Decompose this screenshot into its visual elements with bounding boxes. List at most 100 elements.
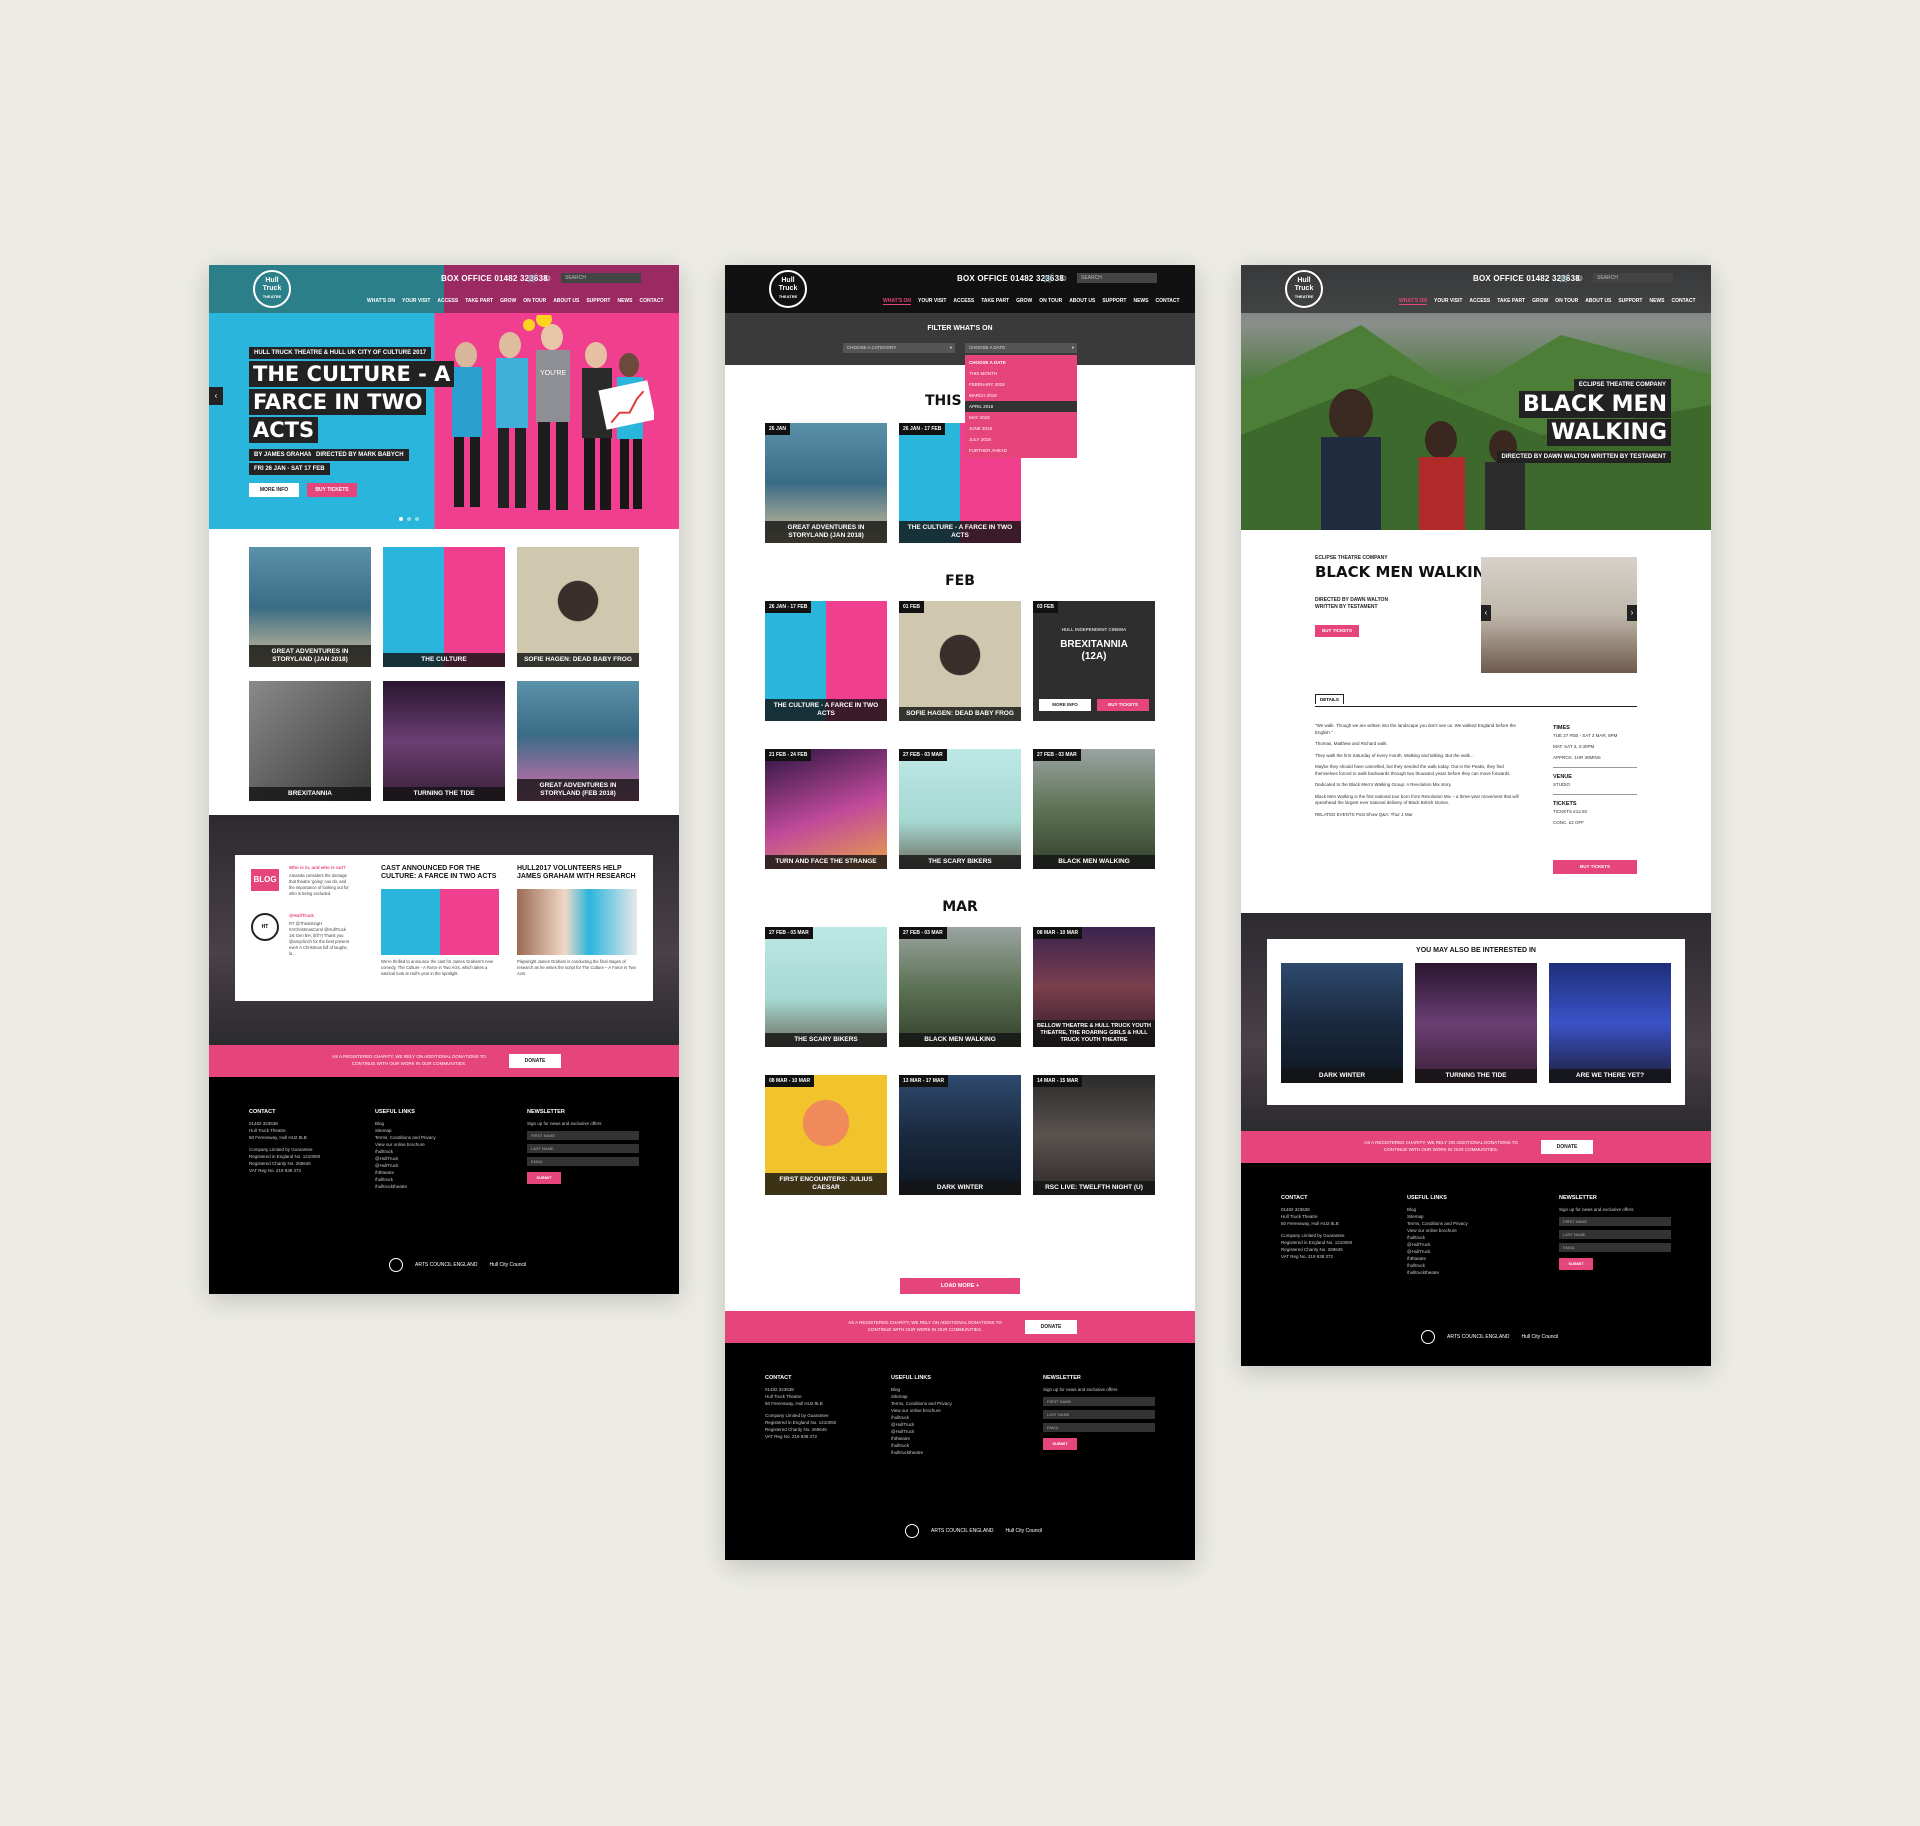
nav-access[interactable]: ACCESS <box>437 298 458 304</box>
arts-council-logo[interactable]: ARTS COUNCIL ENGLAND <box>1447 1334 1510 1340</box>
email-field[interactable]: EMAIL <box>1559 1243 1671 1252</box>
footer-phone[interactable]: 01482 323638 <box>1281 1206 1381 1213</box>
article-image[interactable] <box>517 889 637 955</box>
search-input[interactable]: SEARCH <box>1593 273 1673 283</box>
date-option[interactable]: CHOOSE A DATE <box>965 357 1077 368</box>
nav-contact[interactable]: CONTACT <box>1671 298 1695 305</box>
details-tab[interactable]: DETAILS <box>1315 694 1344 704</box>
email-field[interactable]: EMAIL <box>1043 1423 1155 1432</box>
footer-link-sitemap[interactable]: Sitemap <box>891 1393 991 1400</box>
nav-support[interactable]: SUPPORT <box>1618 298 1642 305</box>
first-name-field[interactable]: FIRST NAME <box>527 1131 639 1140</box>
date-option[interactable]: FEBRUARY 2018 <box>965 379 1077 390</box>
footer-link-facebook[interactable]: /hulltruck <box>1407 1234 1507 1241</box>
hull-truck-logo[interactable]: Hull Truck THEATRE <box>253 270 291 308</box>
nav-whats-on[interactable]: WHAT'S ON <box>1399 298 1428 305</box>
related-tile[interactable]: DARK WINTER <box>1281 963 1403 1083</box>
category-select[interactable]: CHOOSE A CATEGORY ▾ <box>843 343 955 353</box>
footer-link-blog[interactable]: Blog <box>891 1386 991 1393</box>
arts-council-logo[interactable]: ARTS COUNCIL ENGLAND <box>415 1262 478 1268</box>
nav-your-visit[interactable]: YOUR VISIT <box>918 298 946 305</box>
submit-button[interactable]: SUBMIT <box>527 1172 561 1184</box>
search-input[interactable]: SEARCH <box>1077 273 1157 283</box>
nav-news[interactable]: NEWS <box>1649 298 1664 305</box>
twitter-avatar[interactable]: HT <box>251 913 279 941</box>
footer-link-youtube[interactable]: /hthteatre <box>1407 1255 1507 1262</box>
footer-link-youtube[interactable]: /hthteatre <box>375 1169 475 1176</box>
first-name-field[interactable]: FIRST NAME <box>1559 1217 1671 1226</box>
carousel-dots[interactable] <box>399 517 419 521</box>
footer-link-blog[interactable]: Blog <box>1407 1206 1507 1213</box>
date-select[interactable]: CHOOSE A DATE ▾ <box>965 343 1077 353</box>
footer-link-linkedin[interactable]: /hulltrucktheatre <box>891 1449 991 1456</box>
article-image[interactable] <box>381 889 499 955</box>
nav-grow[interactable]: GROW <box>1532 298 1548 305</box>
footer-link-linkedin[interactable]: /hulltrucktheatre <box>375 1183 475 1190</box>
last-name-field[interactable]: LAST NAME <box>1043 1410 1155 1419</box>
hull-truck-logo[interactable]: Hull Truck THEATRE <box>1285 270 1323 308</box>
last-name-field[interactable]: LAST NAME <box>527 1144 639 1153</box>
event-tile[interactable]: 21 FEB - 24 FEB TURN AND FACE THE STRANG… <box>765 749 887 869</box>
buy-tickets-button[interactable]: BUY TICKETS <box>1315 625 1359 637</box>
event-tile[interactable]: 26 JAN - 17 FEB THE CULTURE - A FARCE IN… <box>765 601 887 721</box>
gallery-prev-button[interactable]: ‹ <box>1481 605 1491 621</box>
nav-take-part[interactable]: TAKE PART <box>981 298 1009 305</box>
donate-button[interactable]: DONATE <box>1541 1140 1593 1154</box>
nav-grow[interactable]: GROW <box>500 298 516 304</box>
hull-city-council-logo[interactable]: Hull City Council <box>490 1262 527 1268</box>
nav-on-tour[interactable]: ON TOUR <box>1555 298 1578 305</box>
nav-whats-on[interactable]: WHAT'S ON <box>883 298 912 305</box>
nav-about-us[interactable]: ABOUT US <box>1585 298 1611 305</box>
account-icon[interactable]: ☺ <box>1575 273 1584 283</box>
footer-link-terms[interactable]: Terms, Conditions and Privacy <box>891 1400 991 1407</box>
event-tile[interactable]: 14 MAR - 15 MAR RSC LIVE: TWELFTH NIGHT … <box>1033 1075 1155 1195</box>
footer-link-twitter[interactable]: @HullTruck <box>891 1421 991 1428</box>
nav-on-tour[interactable]: ON TOUR <box>1039 298 1062 305</box>
event-tile[interactable]: 27 FEB - 03 MAR BLACK MEN WALKING <box>1033 749 1155 869</box>
footer-link-brochure[interactable]: View our online brochure <box>1407 1227 1507 1234</box>
load-more-button[interactable]: LOAD MORE + <box>900 1278 1020 1294</box>
date-option[interactable]: MARCH 2018 <box>965 390 1077 401</box>
footer-link-instagram[interactable]: @HullTruck <box>375 1162 475 1169</box>
buy-tickets-button[interactable]: BUY TICKETS <box>1097 699 1149 711</box>
event-tile[interactable]: 26 JAN GREAT ADVENTURES IN STORYLAND (JA… <box>765 423 887 543</box>
nav-about-us[interactable]: ABOUT US <box>1069 298 1095 305</box>
twitter-handle[interactable]: @HullTruck <box>289 913 314 918</box>
blog-badge[interactable]: BLOG <box>251 869 279 891</box>
first-name-field[interactable]: FIRST NAME <box>1043 1397 1155 1406</box>
event-tile[interactable]: TURNING THE TIDE <box>383 681 505 801</box>
date-option[interactable]: JUNE 2018 <box>965 423 1077 434</box>
hull-truck-logo[interactable]: Hull Truck THEATRE <box>769 270 807 308</box>
gallery-next-button[interactable]: › <box>1627 605 1637 621</box>
nav-news[interactable]: NEWS <box>1133 298 1148 305</box>
date-option[interactable]: JULY 2018 <box>965 434 1077 445</box>
footer-link-brochure[interactable]: View our online brochure <box>891 1407 991 1414</box>
footer-phone[interactable]: 01482 323638 <box>765 1386 865 1393</box>
footer-link-sitemap[interactable]: Sitemap <box>375 1127 475 1134</box>
submit-button[interactable]: SUBMIT <box>1043 1438 1077 1450</box>
footer-link-twitter[interactable]: @HullTruck <box>375 1155 475 1162</box>
event-tile[interactable]: 27 FEB - 03 MAR BLACK MEN WALKING <box>899 927 1021 1047</box>
nav-support[interactable]: SUPPORT <box>586 298 610 304</box>
donate-button[interactable]: DONATE <box>509 1054 561 1068</box>
blog-question[interactable]: Who is in, and who is out? <box>289 865 349 870</box>
event-tile[interactable]: GREAT ADVENTURES IN STORYLAND (JAN 2018) <box>249 547 371 667</box>
footer-link-flickr[interactable]: /hulltruck <box>375 1176 475 1183</box>
more-info-button[interactable]: MORE INFO <box>1039 699 1091 711</box>
nav-about-us[interactable]: ABOUT US <box>553 298 579 304</box>
nav-news[interactable]: NEWS <box>617 298 632 304</box>
nav-your-visit[interactable]: YOUR VISIT <box>1434 298 1462 305</box>
event-tile[interactable]: 08 MAR - 10 MAR BELLOW THEATRE & HULL TR… <box>1033 927 1155 1047</box>
footer-link-facebook[interactable]: /hulltruck <box>375 1148 475 1155</box>
nav-contact[interactable]: CONTACT <box>639 298 663 304</box>
basket-icon[interactable]: 🛒 <box>527 273 538 284</box>
related-tile[interactable]: ARE WE THERE YET? <box>1549 963 1671 1083</box>
footer-link-twitter[interactable]: @HullTruck <box>1407 1241 1507 1248</box>
date-option[interactable]: THIS MONTH <box>965 368 1077 379</box>
last-name-field[interactable]: LAST NAME <box>1559 1230 1671 1239</box>
nav-take-part[interactable]: TAKE PART <box>465 298 493 304</box>
footer-link-brochure[interactable]: View our online brochure <box>375 1141 475 1148</box>
hull-city-council-logo[interactable]: Hull City Council <box>1522 1334 1559 1340</box>
event-tile[interactable]: SOFIE HAGEN: DEAD BABY FROG <box>517 547 639 667</box>
footer-link-youtube[interactable]: /hthteatre <box>891 1435 991 1442</box>
